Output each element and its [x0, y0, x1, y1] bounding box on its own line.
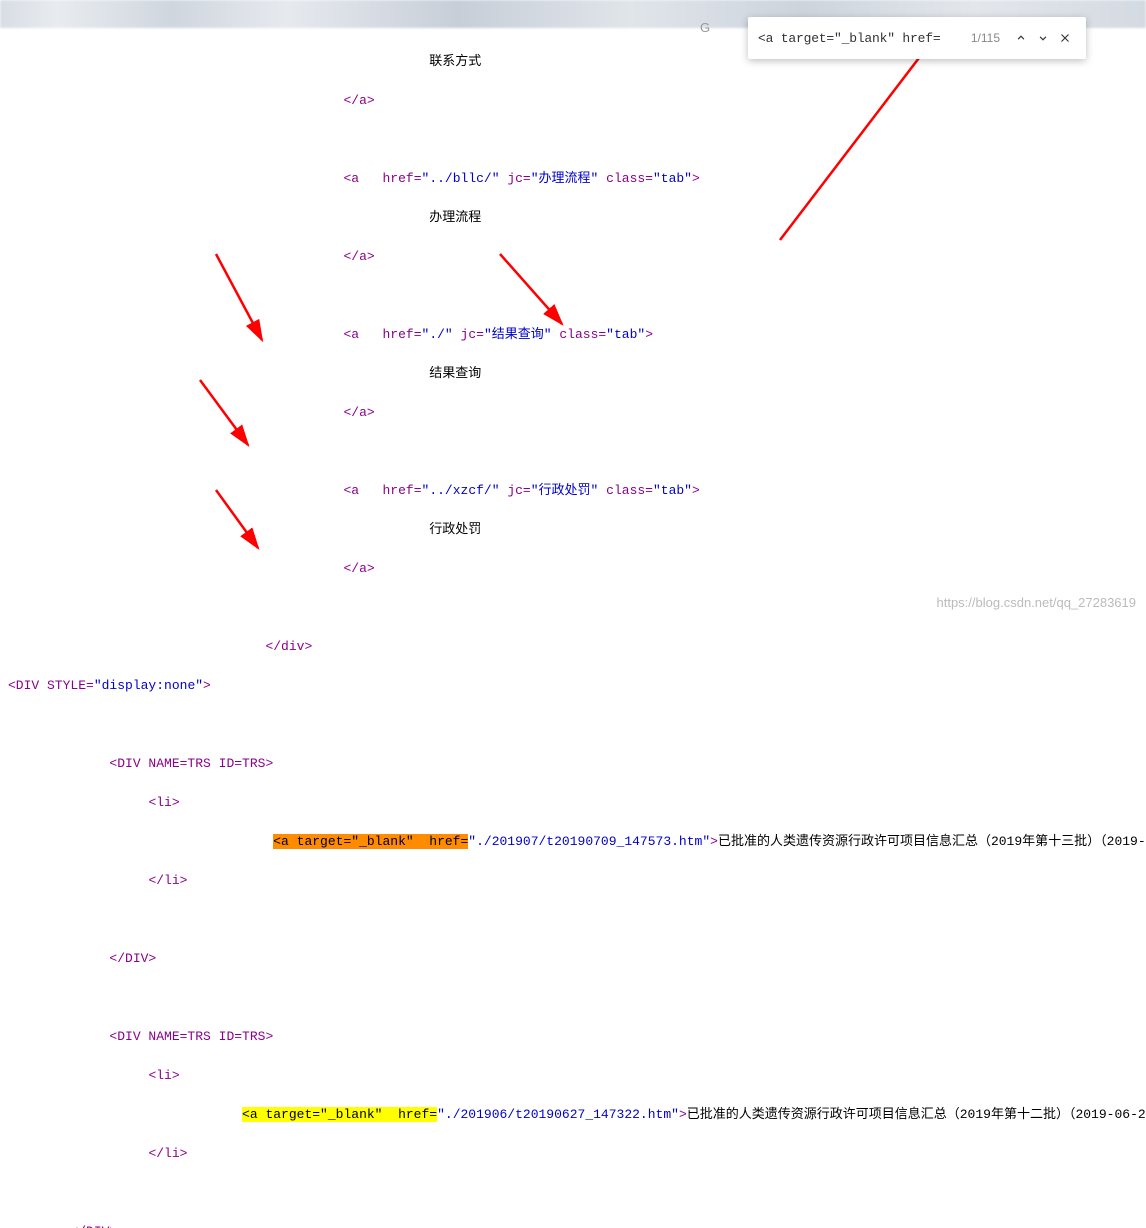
find-match: <a target="_blank" href=: [242, 1107, 437, 1122]
find-match-count: 1/115: [971, 31, 1000, 45]
watermark-text: https://blog.csdn.net/qq_27283619: [937, 595, 1137, 610]
find-in-page-bar: <a target="_blank" href= 1/115: [748, 17, 1086, 59]
find-next-button[interactable]: [1032, 27, 1054, 49]
find-close-button[interactable]: [1054, 27, 1076, 49]
find-match-current: <a target="_blank" href=: [273, 834, 468, 849]
find-prev-button[interactable]: [1010, 27, 1032, 49]
find-query-text: <a target="_blank" href=: [758, 31, 940, 46]
html-source-view[interactable]: 联系方式 </a> <a href="../bllc/" jc="办理流程" c…: [8, 32, 1138, 1228]
